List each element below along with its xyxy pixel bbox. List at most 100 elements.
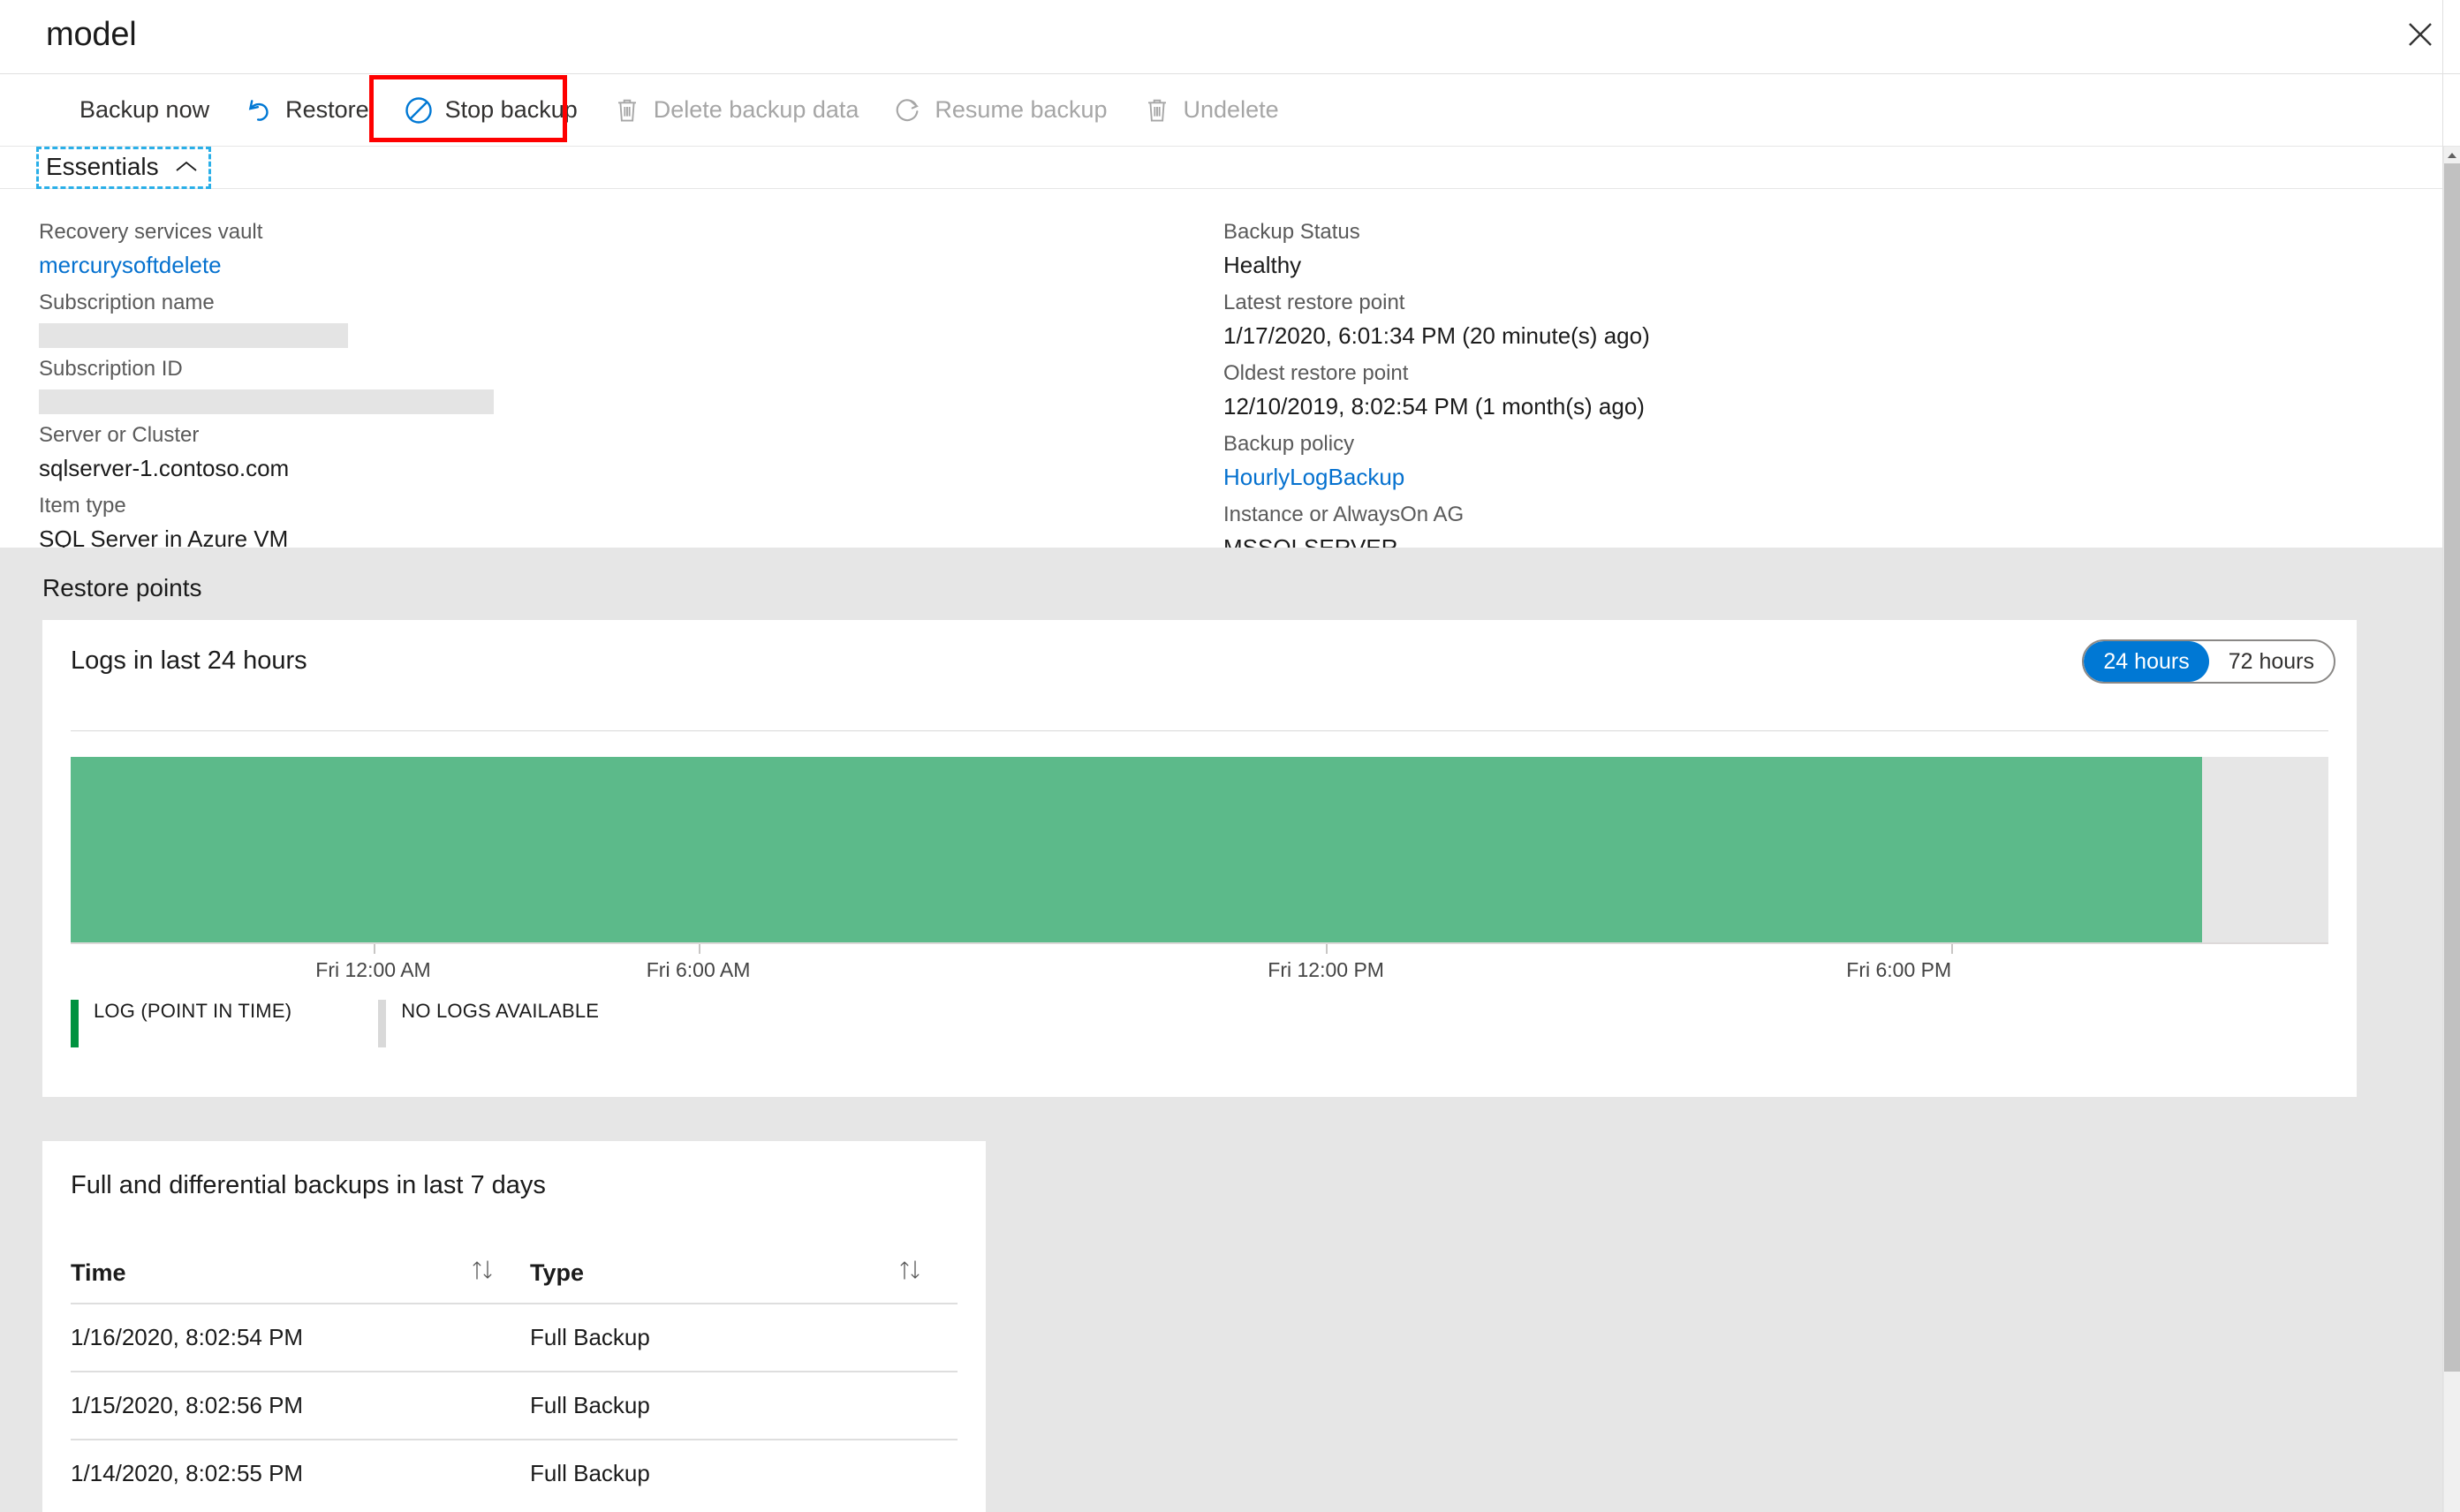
field-label: Subscription ID (39, 357, 183, 381)
refresh-circle-icon (890, 93, 926, 128)
stop-backup-label: Stop backup (444, 96, 578, 123)
backup-item-blade: model Backup now Restore Stop backup Del… (0, 0, 2460, 1512)
essentials-body: Recovery services vault mercurysoftdelet… (0, 190, 2443, 561)
sort-updown-icon[interactable] (897, 1258, 924, 1289)
command-bar: Backup now Restore Stop backup Delete ba… (0, 74, 2460, 147)
delete-backup-data-label: Delete backup data (653, 96, 859, 123)
trash-icon (609, 93, 645, 128)
table-row[interactable]: 1/16/2020, 8:02:54 PM Full Backup (71, 1304, 958, 1372)
logs-timeline-chart: Fri 12:00 AM Fri 6:00 AM Fri 12:00 PM Fr… (71, 757, 2328, 981)
undelete-button[interactable]: Undelete (1124, 74, 1295, 147)
field-recovery-services-vault: Recovery services vault mercurysoftdelet… (39, 216, 1099, 282)
log-available-segment (71, 757, 2202, 942)
backups-table-title: Full and differential backups in last 7 … (71, 1171, 546, 1199)
field-label: Oldest restore point (1223, 361, 1409, 385)
chevron-up-icon (175, 160, 198, 174)
legend-item-log-point-in-time: LOG (POINT IN TIME) (71, 1000, 291, 1047)
chart-axis-line (71, 942, 2328, 944)
logs-chart-card: Logs in last 24 hours 24 hours 72 hours … (42, 620, 2357, 1097)
cell-time: 1/16/2020, 8:02:54 PM (71, 1304, 530, 1372)
subscription-id-redacted-value (39, 389, 494, 414)
gray-swatch-icon (378, 1000, 387, 1047)
time-range-toggle[interactable]: 24 hours 72 hours (2082, 639, 2335, 684)
resume-backup-label: Resume backup (935, 96, 1108, 123)
axis-tick-label: Fri 12:00 AM (315, 958, 431, 981)
field-backup-policy: Backup policy HourlyLogBackup (1223, 428, 2283, 494)
restore-points-section: Restore points Logs in last 24 hours 24 … (0, 548, 2443, 1512)
backups-table: Time Type 1/16/2020, 8:02:54 PM Full Bac… (71, 1247, 958, 1507)
backups-table-body: 1/16/2020, 8:02:54 PM Full Backup 1/15/2… (71, 1304, 958, 1507)
axis-tick (698, 944, 700, 954)
field-label: Backup policy (1223, 432, 1355, 456)
stop-backup-button[interactable]: Stop backup (385, 74, 594, 147)
chart-legend: LOG (POINT IN TIME) NO LOGS AVAILABLE (71, 1000, 685, 1047)
close-icon[interactable] (2393, 7, 2448, 62)
backup-now-button[interactable]: Backup now (64, 74, 225, 147)
field-label: Instance or AlwaysOn AG (1223, 503, 1465, 526)
backups-table-head: Time Type (71, 1247, 958, 1304)
sort-updown-icon[interactable] (470, 1258, 496, 1289)
no-logs-segment (2201, 757, 2328, 942)
recovery-services-vault-link[interactable]: mercurysoftdelete (39, 248, 1099, 282)
column-header-time-label: Time (71, 1259, 126, 1286)
latest-restore-point-value: 1/17/2020, 6:01:34 PM (20 minute(s) ago) (1223, 322, 1650, 349)
green-swatch-icon (71, 1000, 79, 1047)
cell-type: Full Backup (530, 1460, 650, 1486)
field-oldest-restore-point: Oldest restore point 12/10/2019, 8:02:54… (1223, 358, 2283, 423)
field-subscription-name: Subscription name (39, 287, 1099, 348)
backup-policy-link[interactable]: HourlyLogBackup (1223, 460, 2283, 494)
essentials-header (0, 147, 2443, 189)
table-row[interactable]: 1/15/2020, 8:02:56 PM Full Backup (71, 1372, 958, 1440)
restore-undo-icon (241, 93, 276, 128)
essentials-toggle[interactable]: Essentials (36, 147, 211, 189)
table-row[interactable]: 1/14/2020, 8:02:55 PM Full Backup (71, 1440, 958, 1507)
axis-tick-label: Fri 12:00 PM (1268, 958, 1384, 981)
page-title: model (46, 16, 137, 53)
blade-title-bar: model (0, 0, 2460, 74)
logs-timeline-bar (71, 757, 2328, 942)
cell-time: 1/15/2020, 8:02:56 PM (71, 1372, 530, 1440)
axis-tick-label: Fri 6:00 AM (646, 958, 751, 981)
cell-time: 1/14/2020, 8:02:55 PM (71, 1460, 304, 1486)
table-header-row: Time Type (71, 1247, 958, 1304)
column-header-time[interactable]: Time (71, 1247, 530, 1304)
field-server-or-cluster: Server or Cluster sqlserver-1.contoso.co… (39, 420, 1099, 485)
vertical-scrollbar[interactable] (2443, 147, 2460, 1512)
scrollbar-thumb[interactable] (2444, 163, 2460, 1372)
legend-item-no-logs-available: NO LOGS AVAILABLE (378, 1000, 599, 1047)
restore-points-title: Restore points (42, 574, 202, 601)
time-range-option-72-hours[interactable]: 72 hours (2209, 641, 2334, 682)
close-glyph (2409, 23, 2432, 46)
field-backup-status: Backup Status Healthy (1223, 216, 2283, 282)
essentials-left-column: Recovery services vault mercurysoftdelet… (39, 216, 1099, 561)
scroll-up-icon[interactable] (2444, 147, 2460, 163)
cell-type: Full Backup (530, 1372, 958, 1440)
trash-icon (1139, 93, 1175, 128)
logs-card-title: Logs in last 24 hours (71, 646, 307, 675)
column-header-type-label: Type (530, 1259, 585, 1286)
axis-tick (1326, 944, 1328, 954)
field-label: Latest restore point (1223, 291, 1405, 314)
field-latest-restore-point: Latest restore point 1/17/2020, 6:01:34 … (1223, 287, 2283, 352)
resume-backup-button[interactable]: Resume backup (874, 74, 1123, 147)
scroll-up-glyph (2448, 152, 2456, 158)
essentials-right-column: Backup Status Healthy Latest restore poi… (1223, 216, 2283, 570)
field-item-type: Item type SQL Server in Azure VM (39, 490, 1099, 556)
oldest-restore-point-value: 12/10/2019, 8:02:54 PM (1 month(s) ago) (1223, 393, 1645, 420)
undelete-label: Undelete (1183, 96, 1279, 123)
backups-table-card: Full and differential backups in last 7 … (42, 1141, 986, 1512)
axis-tick-label: Fri 6:00 PM (1846, 958, 1952, 981)
field-subscription-id: Subscription ID (39, 353, 1099, 414)
legend-label: LOG (POINT IN TIME) (94, 1000, 292, 1022)
restore-label: Restore (285, 96, 369, 123)
axis-tick (373, 944, 375, 954)
backup-status-value: Healthy (1223, 252, 1302, 278)
delete-backup-data-button[interactable]: Delete backup data (594, 74, 875, 147)
logs-card-divider (71, 730, 2328, 731)
legend-label: NO LOGS AVAILABLE (401, 1000, 600, 1022)
column-header-type[interactable]: Type (530, 1247, 958, 1304)
field-label: Server or Cluster (39, 423, 200, 447)
restore-button[interactable]: Restore (225, 74, 385, 147)
time-range-option-24-hours[interactable]: 24 hours (2084, 641, 2209, 682)
cell-type: Full Backup (530, 1304, 958, 1372)
